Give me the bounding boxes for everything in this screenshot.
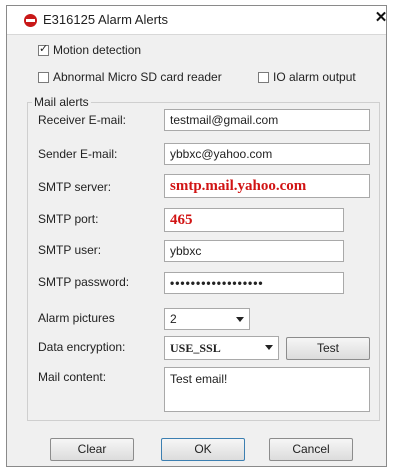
- data-encryption-value: USE_SSL: [170, 341, 221, 355]
- io-alarm-output-checkbox[interactable]: [258, 72, 269, 83]
- alarm-pictures-select[interactable]: 2: [164, 308, 250, 330]
- mail-content-label: Mail content:: [38, 370, 107, 384]
- smtp-server-label: SMTP server:: [38, 180, 112, 194]
- test-button[interactable]: Test: [286, 337, 370, 360]
- receiver-email-label: Receiver E-mail:: [38, 113, 127, 127]
- alarm-alerts-dialog: E316125 Alarm Alerts ✕ Motion detection …: [6, 5, 387, 467]
- title-bar: E316125 Alarm Alerts ✕: [7, 6, 389, 35]
- clear-button[interactable]: Clear: [50, 438, 134, 461]
- close-icon[interactable]: ✕: [373, 9, 389, 27]
- chevron-down-icon: [236, 317, 244, 322]
- data-encryption-label: Data encryption:: [38, 340, 126, 354]
- sender-email-field[interactable]: ybbxc@yahoo.com: [164, 143, 370, 165]
- motion-detection-label: Motion detection: [53, 43, 142, 57]
- smtp-port-label: SMTP port:: [38, 212, 99, 226]
- alarm-pictures-label: Alarm pictures: [38, 311, 115, 325]
- smtp-user-field[interactable]: ybbxc: [164, 240, 344, 262]
- sd-card-reader-label: Abnormal Micro SD card reader: [53, 70, 222, 84]
- receiver-email-field[interactable]: testmail@gmail.com: [164, 109, 370, 131]
- smtp-server-field[interactable]: smtp.mail.yahoo.com: [164, 174, 370, 198]
- smtp-port-field[interactable]: 465: [164, 208, 344, 232]
- smtp-user-label: SMTP user:: [38, 243, 102, 257]
- data-encryption-select[interactable]: USE_SSL: [164, 336, 279, 360]
- ok-button[interactable]: OK: [161, 438, 245, 461]
- alarm-pictures-value: 2: [170, 312, 177, 326]
- app-icon: [24, 14, 37, 27]
- mail-content-textarea[interactable]: Test email!: [164, 367, 370, 412]
- smtp-password-label: SMTP password:: [38, 275, 130, 289]
- mail-alerts-title: Mail alerts: [32, 95, 91, 109]
- window-title: E316125 Alarm Alerts: [43, 12, 169, 27]
- sd-card-reader-checkbox[interactable]: [38, 72, 49, 83]
- motion-detection-checkbox[interactable]: [38, 42, 49, 56]
- chevron-down-icon: [265, 345, 273, 350]
- io-alarm-output-label: IO alarm output: [273, 70, 356, 84]
- cancel-button[interactable]: Cancel: [269, 438, 353, 461]
- sender-email-label: Sender E-mail:: [38, 147, 118, 161]
- smtp-password-field[interactable]: ••••••••••••••••••: [164, 272, 344, 294]
